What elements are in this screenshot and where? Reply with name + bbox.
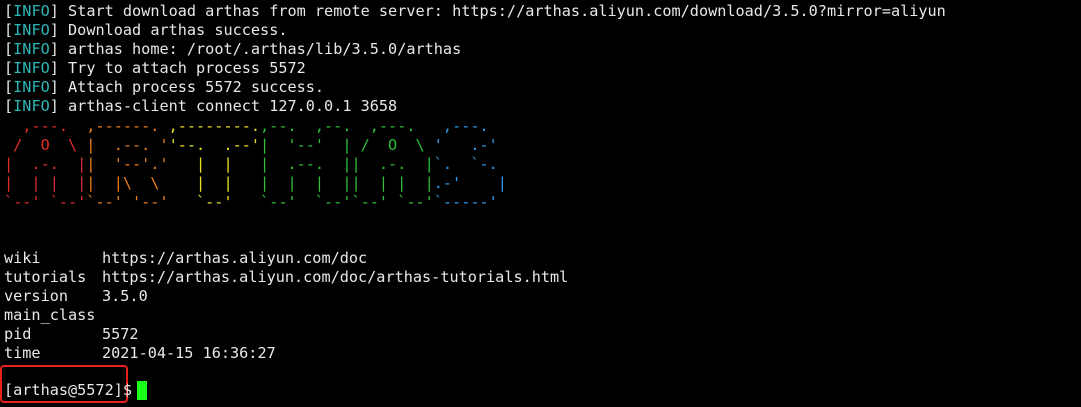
info-key: wiki: [4, 249, 41, 267]
info-row-pid: pid 5572: [4, 325, 139, 344]
info-tag: INFO: [13, 97, 50, 115]
info-link[interactable]: https://arthas.aliyun.com/doc/arthas-tut…: [102, 268, 568, 286]
log-line: [INFO] Attach process 5572 success.: [4, 78, 325, 96]
info-value: 5572: [102, 325, 139, 343]
info-value: 2021-04-15 16:36:27: [102, 344, 276, 362]
arthas-ascii-logo: ,---. ,------. ,--------.,--. ,--. ,---.…: [4, 117, 507, 211]
shell-prompt[interactable]: [arthas@5572]$: [4, 381, 132, 400]
info-key: pid: [4, 325, 32, 343]
info-row-tutorials: tutorials https://arthas.aliyun.com/doc/a…: [4, 268, 568, 287]
info-key: version: [4, 287, 69, 305]
info-key: time: [4, 344, 41, 362]
info-tag: INFO: [13, 21, 50, 39]
info-tag: INFO: [13, 78, 50, 96]
info-row-wiki: wiki https://arthas.aliyun.com/doc: [4, 249, 367, 268]
log-line: [INFO] Start download arthas from remote…: [4, 2, 946, 20]
info-tag: INFO: [13, 59, 50, 77]
text-cursor[interactable]: [137, 381, 147, 400]
info-row-time: time 2021-04-15 16:36:27: [4, 344, 276, 363]
info-row-main-class: main_class: [4, 306, 102, 325]
log-line: [INFO] Try to attach process 5572: [4, 59, 306, 77]
info-value: 3.5.0: [102, 287, 148, 305]
info-key: main_class: [4, 306, 96, 324]
terminal-window[interactable]: [INFO] Start download arthas from remote…: [0, 0, 1081, 407]
log-line: [INFO] arthas home: /root/.arthas/lib/3.…: [4, 40, 462, 58]
info-tag: INFO: [13, 40, 50, 58]
log-line: [INFO] arthas-client connect 127.0.0.1 3…: [4, 97, 398, 115]
info-row-version: version 3.5.0: [4, 287, 148, 306]
info-link[interactable]: https://arthas.aliyun.com/doc: [102, 249, 367, 267]
log-line: [INFO] Download arthas success.: [4, 21, 288, 39]
info-key: tutorials: [4, 268, 87, 286]
info-tag: INFO: [13, 2, 50, 20]
